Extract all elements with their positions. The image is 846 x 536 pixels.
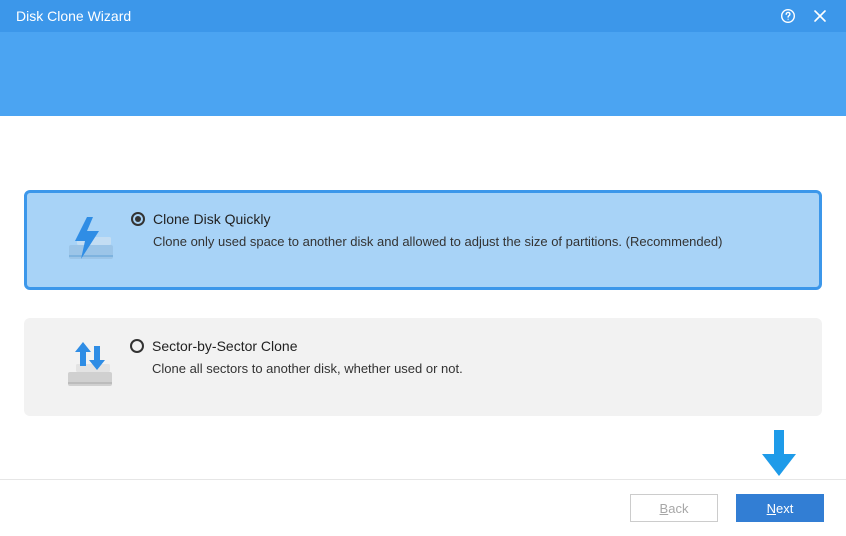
option-title: Clone Disk Quickly: [153, 211, 270, 227]
title-bar: Disk Clone Wizard: [0, 0, 846, 32]
back-button: Back: [630, 494, 718, 522]
option-sector-by-sector[interactable]: Sector-by-Sector Clone Clone all sectors…: [24, 318, 822, 416]
option-description: Clone only used space to another disk an…: [153, 233, 795, 252]
radio-sector-by-sector[interactable]: [130, 339, 144, 353]
disk-transfer-icon: [50, 338, 130, 392]
option-clone-quick[interactable]: Clone Disk Quickly Clone only used space…: [24, 190, 822, 290]
next-button[interactable]: Next: [736, 494, 824, 522]
help-icon: [780, 8, 796, 24]
option-description: Clone all sectors to another disk, wheth…: [152, 360, 796, 379]
close-icon: [813, 9, 827, 23]
window-title: Disk Clone Wizard: [16, 8, 131, 24]
option-title: Sector-by-Sector Clone: [152, 338, 298, 354]
main-panel: Clone Disk Quickly Clone only used space…: [0, 116, 846, 416]
disk-lightning-icon: [51, 211, 131, 265]
radio-clone-quick[interactable]: [131, 212, 145, 226]
header-banner: [0, 32, 846, 116]
annotation-arrow-icon: [762, 430, 796, 476]
footer: Back Next: [0, 480, 846, 536]
close-button[interactable]: [804, 2, 836, 30]
help-button[interactable]: [772, 2, 804, 30]
